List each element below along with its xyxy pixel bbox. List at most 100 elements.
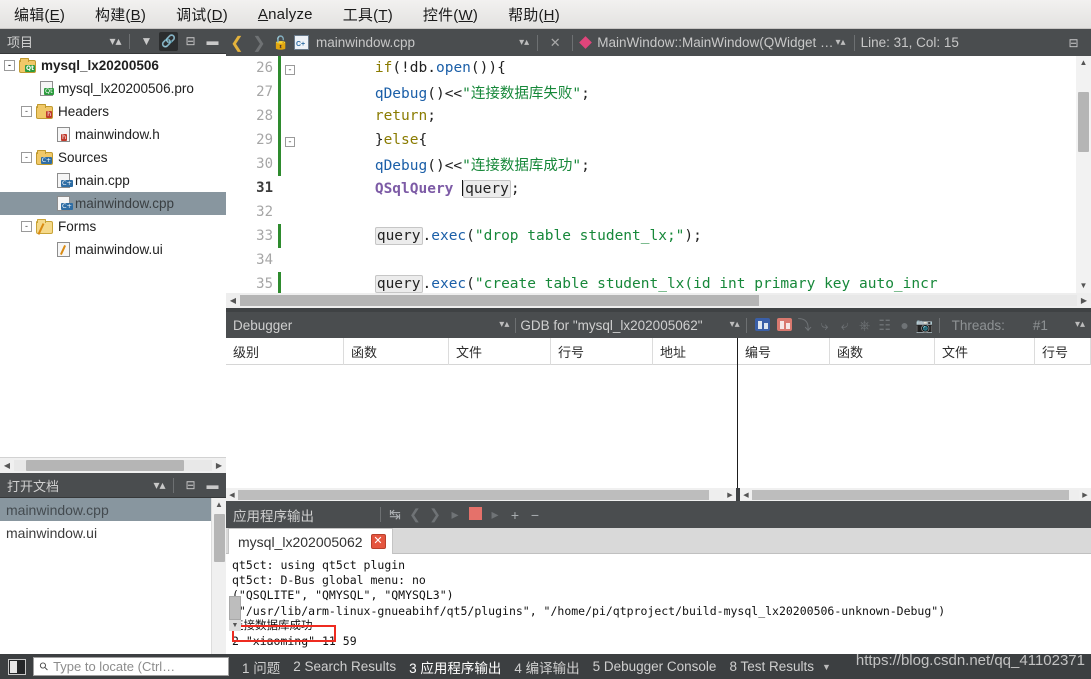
- open-document-item[interactable]: mainwindow.cpp: [0, 498, 226, 521]
- close-icon[interactable]: ✕: [370, 534, 386, 549]
- debugger-breakpoints-table[interactable]: 编号 函数 文件 行号: [738, 338, 1091, 488]
- collapse-all-icon[interactable]: ⊟: [181, 32, 200, 51]
- debugger-column-header[interactable]: 函数: [344, 338, 449, 365]
- word-wrap-icon[interactable]: ↹: [385, 506, 405, 523]
- open-documents-list[interactable]: mainwindow.cpp mainwindow.ui: [0, 498, 226, 679]
- status-tab-2[interactable]: 2 Search Results: [293, 659, 396, 674]
- code-editor[interactable]: 26 - if(!db.open()){27 qDebug()<<"连接数据库失败…: [226, 56, 1091, 308]
- prev-item-icon[interactable]: ❮: [405, 506, 425, 523]
- operate-by-instruction-icon[interactable]: ☷: [875, 317, 895, 334]
- scroll-thumb[interactable]: [238, 489, 710, 500]
- project-tree[interactable]: - Qt mysql_lx20200506 Qt mysql_lx20200506.pr…: [0, 54, 226, 424]
- code-line[interactable]: 29 - }else{: [226, 128, 1091, 152]
- app-output-tab[interactable]: mysql_lx202005062 ✕: [228, 528, 393, 554]
- debugger-column-header[interactable]: 编号: [738, 338, 830, 365]
- close-document-icon[interactable]: ✕: [544, 35, 566, 51]
- status-more-chevron-icon[interactable]: ▼: [822, 662, 831, 672]
- menu-item-7[interactable]: 帮助(H): [508, 4, 560, 25]
- tree-item[interactable]: - Qt mysql_lx20200506: [0, 54, 226, 77]
- status-tab-4[interactable]: 4 编译输出: [514, 657, 579, 677]
- scroll-thumb[interactable]: [240, 295, 759, 306]
- fold-toggle-icon[interactable]: -: [285, 136, 295, 147]
- expander-icon[interactable]: -: [21, 106, 32, 117]
- code-line[interactable]: 26 - if(!db.open()){: [226, 56, 1091, 80]
- editor-hscrollbar[interactable]: ◀ ▶: [226, 293, 1091, 308]
- step-out-icon[interactable]: ⤶: [835, 317, 855, 334]
- scroll-right-arrow-icon[interactable]: ▶: [1079, 491, 1091, 499]
- open-documents-selector-chevron-icon[interactable]: ▾▴: [150, 476, 169, 495]
- start-debugging-icon[interactable]: [754, 316, 773, 334]
- code-line[interactable]: 30 qDebug()<<"连接数据库成功";: [226, 152, 1091, 176]
- tree-item[interactable]: h mainwindow.h: [0, 123, 226, 146]
- expander-icon[interactable]: -: [21, 152, 32, 163]
- scroll-thumb[interactable]: [229, 596, 241, 620]
- fold-column[interactable]: -: [281, 62, 299, 75]
- debugger-engine-chevron-icon[interactable]: ▾▴: [730, 320, 740, 330]
- status-tab-3[interactable]: 3 应用程序输出: [409, 657, 501, 677]
- menu-item-4[interactable]: Analyze: [258, 6, 313, 23]
- filter-icon[interactable]: ▼: [137, 32, 156, 51]
- locator-input[interactable]: ⚲ Type to locate (Ctrl…: [33, 657, 229, 676]
- status-tab-1[interactable]: 1 问题: [242, 657, 280, 677]
- stop-debugging-icon[interactable]: [776, 316, 795, 334]
- code-line[interactable]: 31 QSqlQuery query;: [226, 176, 1091, 200]
- code-line[interactable]: 34: [226, 248, 1091, 272]
- scroll-up-arrow-icon[interactable]: ▲: [1076, 56, 1091, 70]
- scroll-left-arrow-icon[interactable]: ◀: [226, 296, 240, 305]
- scroll-right-arrow-icon[interactable]: ▶: [212, 461, 226, 470]
- increase-font-icon[interactable]: +: [505, 507, 525, 523]
- debugger-column-header[interactable]: 行号: [1035, 338, 1091, 365]
- debugger-column-header[interactable]: 级别: [226, 338, 344, 365]
- status-tab-8[interactable]: 8 Test Results: [729, 659, 814, 674]
- tree-item[interactable]: C+ main.cpp: [0, 169, 226, 192]
- run-icon[interactable]: ▸: [445, 506, 465, 523]
- menu-item-1[interactable]: 编辑(E): [14, 4, 65, 25]
- scroll-thumb[interactable]: [214, 514, 225, 562]
- menu-item-6[interactable]: 控件(W): [423, 4, 478, 25]
- scroll-left-arrow-icon[interactable]: ◀: [740, 491, 752, 499]
- navigate-back-icon[interactable]: ❮: [226, 33, 248, 53]
- scroll-thumb[interactable]: [752, 489, 1070, 500]
- panel-selector-chevron-icon[interactable]: ▾▴: [106, 32, 125, 51]
- status-tab-5[interactable]: 5 Debugger Console: [593, 659, 717, 674]
- scroll-right-arrow-icon[interactable]: ▶: [724, 491, 736, 499]
- tree-item[interactable]: - C+ Sources: [0, 146, 226, 169]
- menu-item-2[interactable]: 构建(B): [95, 4, 146, 25]
- symbol-selector-label[interactable]: MainWindow::MainWindow(QWidget …: [597, 35, 833, 50]
- menu-item-5[interactable]: 工具(T): [343, 4, 393, 25]
- restart-icon[interactable]: ⎈: [855, 317, 875, 334]
- scroll-left-arrow-icon[interactable]: ◀: [0, 461, 14, 470]
- tree-item[interactable]: mainwindow.ui: [0, 238, 226, 261]
- expander-icon[interactable]: -: [4, 60, 15, 71]
- fold-toggle-icon[interactable]: -: [285, 64, 295, 75]
- app-output-console[interactable]: qt5ct: using qt5ct plugin qt5ct: D-Bus gl…: [226, 554, 1091, 654]
- code-line[interactable]: 27 qDebug()<<"连接数据库失败";: [226, 80, 1091, 104]
- expander-icon[interactable]: -: [21, 221, 32, 232]
- project-tree-hscrollbar[interactable]: ◀ ▶: [0, 457, 226, 473]
- open-document-item[interactable]: mainwindow.ui: [0, 521, 226, 544]
- code-line[interactable]: 32: [226, 200, 1091, 224]
- navigate-forward-icon[interactable]: ❯: [248, 33, 270, 53]
- open-documents-vscrollbar[interactable]: ▲: [211, 498, 226, 679]
- threads-chevron-icon[interactable]: ▾▴: [1075, 320, 1085, 330]
- scroll-right-arrow-icon[interactable]: ▶: [1077, 296, 1091, 305]
- scroll-left-arrow-icon[interactable]: ◀: [226, 491, 238, 499]
- step-into-icon[interactable]: ⤷: [815, 317, 835, 334]
- split-editor-icon[interactable]: ⊟: [1064, 33, 1083, 52]
- fold-column[interactable]: -: [281, 134, 299, 147]
- link-with-editor-icon[interactable]: 🔗: [159, 31, 178, 51]
- tree-item[interactable]: - Forms: [0, 215, 226, 238]
- interrupt-icon[interactable]: ●: [895, 317, 915, 333]
- tree-item[interactable]: Qt mysql_lx20200506.pro: [0, 77, 226, 100]
- close-open-documents-icon[interactable]: ▬: [203, 476, 222, 495]
- step-over-icon[interactable]: ⤵: [795, 315, 815, 335]
- debugger-column-header[interactable]: 函数: [830, 338, 935, 365]
- scroll-up-arrow-icon[interactable]: ▲: [212, 498, 226, 512]
- code-line[interactable]: 33 query .exec("drop table student_lx;");: [226, 224, 1091, 248]
- stop-icon[interactable]: [465, 506, 485, 523]
- editor-filename[interactable]: mainwindow.cpp: [316, 35, 415, 50]
- editor-vscrollbar[interactable]: ▲ ▼: [1076, 56, 1091, 293]
- console-vscrollbar[interactable]: ▼: [229, 596, 242, 640]
- close-panel-icon[interactable]: ▬: [203, 32, 222, 51]
- tree-item[interactable]: C+ mainwindow.cpp: [0, 192, 226, 215]
